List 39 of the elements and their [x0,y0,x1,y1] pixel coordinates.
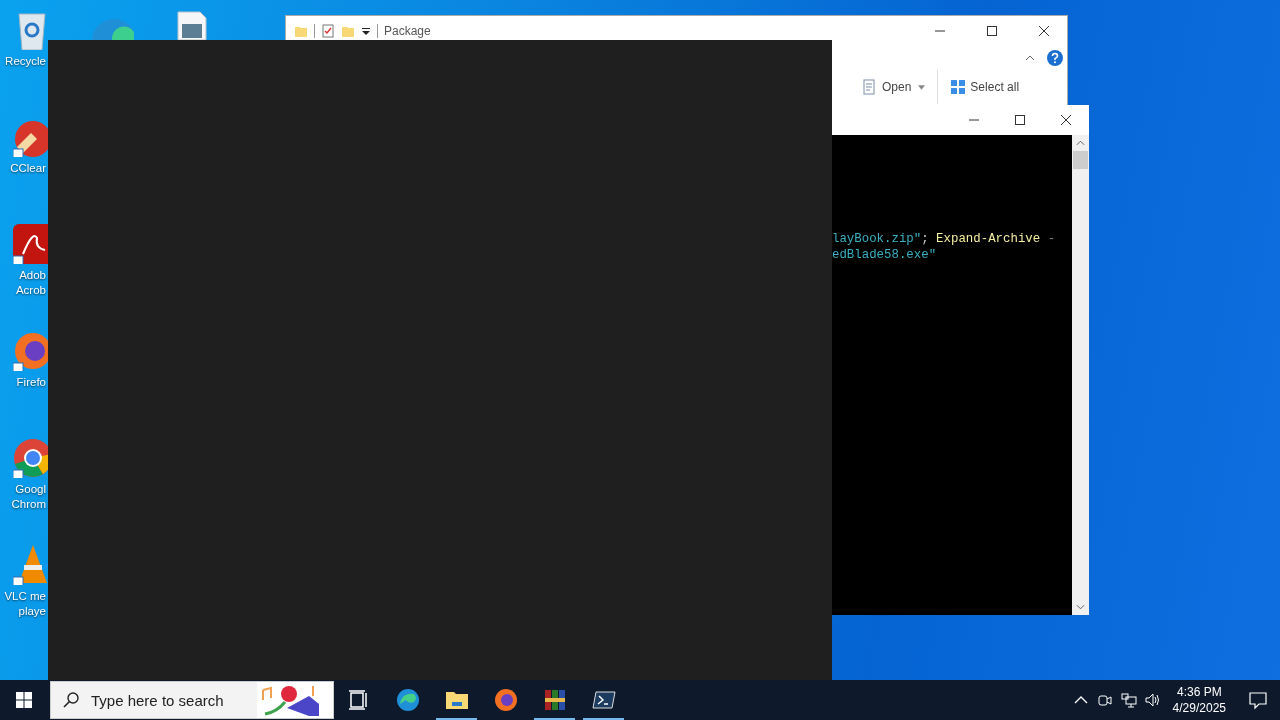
search-field[interactable]: Type here to search [89,690,257,710]
help-icon[interactable] [1047,50,1063,66]
scrollbar[interactable] [1072,135,1089,615]
caret-icon [918,84,926,90]
scrollbar-thumb[interactable] [1073,151,1088,169]
icon-label: Recycle [5,54,47,69]
checklist-icon[interactable] [321,24,335,38]
icon-label: Firefo [16,375,47,390]
icon-label: Acrob [15,283,47,298]
clock[interactable]: 4:36 PM 4/29/2025 [1164,684,1234,716]
icon-label: CClear [10,161,47,176]
search-bar[interactable]: Type here to search [50,681,334,719]
fox-globe-icon [493,688,518,712]
clock-time: 4:36 PM [1176,684,1222,700]
icon-label: playe [18,604,47,619]
properties-icon [862,79,878,95]
traffic-cone-icon[interactable] [13,545,48,585]
icon-label: Googl [15,482,47,497]
terminal-icon [591,688,616,712]
ribbon-button[interactable]: Select all [946,77,1024,97]
scroll-down-icon[interactable] [1076,604,1085,610]
icon-label: VLC me [4,589,47,604]
document-app-icon[interactable] [13,224,48,264]
icon-label: Chrom [11,497,47,512]
scroll-up-icon[interactable] [1076,140,1085,146]
clock-date: 4/29/2025 [1172,700,1226,716]
ribbon-button[interactable]: Open [858,77,930,97]
collapse-caret-icon[interactable] [1025,55,1035,61]
dropdown-icon[interactable] [361,26,371,36]
console-line: edBlade58.exe" [832,247,938,263]
window-title: Package [384,24,431,38]
icon-label: Adob [19,268,47,283]
grid-icon [950,79,967,95]
archive-books-icon [542,688,567,712]
search-icon [63,692,79,708]
wave-browser-icon [395,688,420,712]
windows-logo-icon [16,692,32,708]
console-line: layBook.zip"; Expand-Archive - [832,231,1057,247]
fox-globe-icon[interactable] [13,331,48,371]
